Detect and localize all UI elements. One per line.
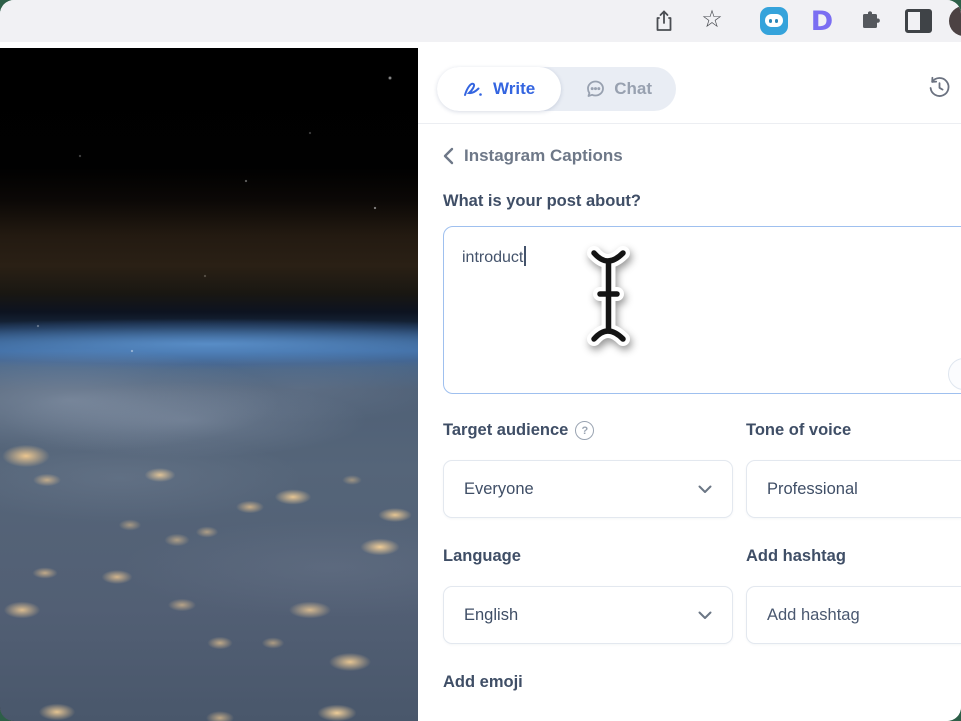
browser-toolbar: ☆ D <box>0 0 961 42</box>
tone-label: Tone of voice <box>746 421 961 440</box>
tone-select[interactable]: Professional <box>746 460 961 518</box>
hashtag-input[interactable]: Add hashtag <box>746 586 961 644</box>
language-label: Language <box>443 547 733 566</box>
help-icon[interactable]: ? <box>575 421 594 440</box>
tab-write-label: Write <box>493 79 535 99</box>
bookmark-star-icon[interactable]: ☆ <box>695 4 729 38</box>
chat-bot-extension-icon[interactable] <box>757 4 791 38</box>
profile-avatar[interactable] <box>949 6 961 36</box>
chat-bubble-icon <box>585 79 606 99</box>
tab-chat[interactable]: Chat <box>561 67 676 111</box>
panel-divider <box>418 123 961 124</box>
write-chat-toggle: Write Chat <box>437 67 676 111</box>
language-select[interactable]: English <box>443 586 733 644</box>
target-audience-select[interactable]: Everyone <box>443 460 733 518</box>
back-breadcrumb[interactable]: Instagram Captions <box>443 146 961 166</box>
pen-icon <box>463 79 485 99</box>
puzzle-extensions-icon[interactable] <box>853 4 887 38</box>
back-label: Instagram Captions <box>464 146 623 166</box>
share-icon[interactable] <box>647 4 681 38</box>
options-grid: Target audience ? Everyone Tone of voice… <box>443 421 961 644</box>
post-about-value: introduct <box>462 249 523 266</box>
tab-write[interactable]: Write <box>437 67 561 111</box>
browser-window: ☆ D <box>0 0 961 721</box>
post-about-input[interactable]: introduct <box>443 226 961 394</box>
history-icon[interactable] <box>924 72 954 102</box>
photo-city-lights-layer <box>0 48 418 721</box>
hashtag-placeholder: Add hashtag <box>767 606 860 625</box>
text-caret <box>524 246 526 266</box>
language-value: English <box>464 606 518 625</box>
emoji-label: Add emoji <box>443 673 961 692</box>
d-extension-icon[interactable]: D <box>805 4 839 38</box>
chevron-down-icon <box>698 485 712 494</box>
writer-side-panel: Write Chat <box>418 48 961 721</box>
earth-night-photo <box>0 48 418 721</box>
tabs-row: Write Chat <box>443 67 961 111</box>
chevron-left-icon <box>443 147 454 165</box>
hashtag-label: Add hashtag <box>746 547 961 566</box>
post-about-label: What is your post about? <box>443 192 961 211</box>
side-panel-icon[interactable] <box>901 4 935 38</box>
chevron-down-icon <box>698 611 712 620</box>
target-audience-value: Everyone <box>464 480 534 499</box>
tone-value: Professional <box>767 480 858 499</box>
tab-chat-label: Chat <box>614 79 652 99</box>
target-audience-label: Target audience <box>443 421 568 440</box>
